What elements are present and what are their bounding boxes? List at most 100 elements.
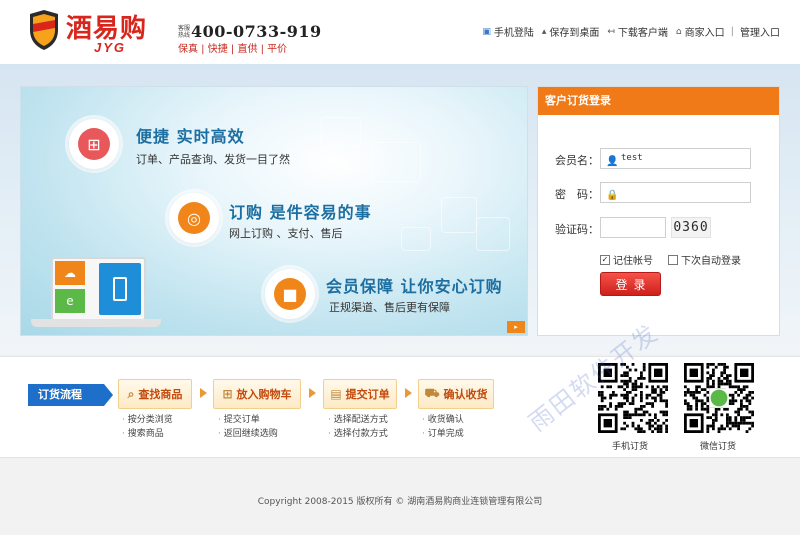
step-1-subs: 按分类浏览 搜索商品 xyxy=(122,413,173,441)
step-3-subs: 选择配送方式 选择付款方式 xyxy=(328,413,388,441)
globe-icon: ◎ xyxy=(178,202,210,234)
step-3-title: 提交订单 xyxy=(345,388,390,401)
banner-deco xyxy=(476,217,510,251)
captcha-row: 验证码： 0360 xyxy=(538,217,781,239)
step-submit-order[interactable]: ▤ 提交订单 xyxy=(323,379,397,409)
mobile-login-link[interactable]: ▣ 手机登陆 xyxy=(482,24,534,40)
feature-1-title: 便捷 实时高效 xyxy=(136,127,245,146)
login-options-row: ✓ 记住帐号 下次自动登录 xyxy=(538,252,781,274)
save-desktop-label: 保存到桌面 xyxy=(549,28,600,39)
merchant-entry-link[interactable]: ⌂ 商家入口 xyxy=(675,24,725,40)
step-confirm-receipt[interactable]: ⛟ 确认收货 xyxy=(418,379,494,409)
mobile-order-label: 手机订货 xyxy=(612,442,649,452)
brand-sub: JYG xyxy=(94,40,127,55)
mobile-order-qr-code xyxy=(598,363,668,433)
lock-icon: ■ xyxy=(274,278,306,310)
login-title: 客户订货登录 xyxy=(538,87,779,115)
step-4-title: 确认收货 xyxy=(443,388,488,401)
step-find-products[interactable]: ⌕ 查找商品 xyxy=(118,379,192,409)
password-field[interactable]: 🔒 xyxy=(600,182,751,203)
hotline-tags: 保真 | 快捷 | 直供 | 平价 xyxy=(178,44,288,55)
link-divider: | xyxy=(730,26,734,37)
copyright-text: Copyright 2008-2015 版权所有 © 湖南酒易购商业连锁管理有限… xyxy=(257,497,543,507)
captcha-image[interactable]: 0360 xyxy=(671,217,711,238)
wechat-order-qr-code xyxy=(684,363,754,433)
feature-1-badge: ⊞ xyxy=(69,119,119,169)
step-3-sub-2[interactable]: 选择付款方式 xyxy=(328,427,388,441)
feature-2-desc: 网上订购 、支付、售后 xyxy=(229,227,343,240)
user-icon: 👤 xyxy=(606,156,619,167)
save-desktop-link[interactable]: ▴ 保存到桌面 xyxy=(541,24,600,40)
step-4-sub-2[interactable]: 订单完成 xyxy=(422,427,464,441)
step-1-sub-1[interactable]: 按分类浏览 xyxy=(122,413,173,427)
laptop-base xyxy=(31,319,161,327)
shield-logo-icon xyxy=(30,10,58,50)
remember-label: 记住帐号 xyxy=(613,256,653,267)
hotline-number: 400-0733-919 xyxy=(191,22,322,41)
username-field[interactable]: 👤 test xyxy=(600,148,751,169)
password-row: 密 码： 🔒 xyxy=(538,182,781,204)
footer: Copyright 2008-2015 版权所有 © 湖南酒易购商业连锁管理有限… xyxy=(0,458,800,535)
home-icon: ⌂ xyxy=(675,26,682,37)
step-add-to-cart[interactable]: ⊞ 放入购物车 xyxy=(213,379,301,409)
auto-login-checkbox[interactable]: 下次自动登录 xyxy=(668,252,741,267)
login-panel: 客户订货登录 会员名： 👤 test 密 码： 🔒 验证码： 0360 ✓ 记住… xyxy=(537,86,780,336)
download-client-link[interactable]: ↤ 下载客户端 xyxy=(607,24,668,40)
password-label: 密 码： xyxy=(555,188,599,201)
admin-entry-link[interactable]: 管理入口 xyxy=(740,24,780,39)
banner-deco xyxy=(371,142,421,182)
feature-1-desc: 订单、产品查询、发货一目了然 xyxy=(136,153,290,166)
site-logo[interactable]: 酒易购 JYG xyxy=(28,8,168,56)
username-row: 会员名： 👤 test xyxy=(538,148,781,170)
auto-login-label: 下次自动登录 xyxy=(681,256,741,267)
phone-icon xyxy=(99,263,141,315)
step-2-subs: 提交订单 返回继续选购 xyxy=(218,413,278,441)
truck-icon: ⛟ xyxy=(424,386,440,400)
search-icon: ⌕ xyxy=(127,386,135,401)
arrow-icon xyxy=(309,388,316,398)
feature-3-desc: 正规渠道、售后更有保障 xyxy=(329,301,450,314)
remember-checkbox-box: ✓ xyxy=(600,254,610,265)
username-value: test xyxy=(621,153,643,163)
pin-icon: ▴ xyxy=(541,26,547,37)
lock-icon: 🔒 xyxy=(606,190,619,201)
header: 酒易购 JYG 客服热线 400-0733-919 保真 | 快捷 | 直供 |… xyxy=(0,0,800,64)
cloud-icon: ☁ xyxy=(55,261,85,285)
process-label: 订货流程 xyxy=(28,384,113,406)
hotline-label: 客服热线 xyxy=(178,25,191,39)
banner-deco xyxy=(441,197,477,233)
cart-icon: ⊞ xyxy=(78,128,110,160)
document-icon: ▤ xyxy=(330,387,342,401)
admin-entry-label: 管理入口 xyxy=(740,28,780,39)
wechat-order-label: 微信订货 xyxy=(700,442,737,452)
username-label: 会员名： xyxy=(555,154,599,167)
merchant-entry-label: 商家入口 xyxy=(684,28,725,39)
captcha-label: 验证码： xyxy=(555,223,599,236)
order-process-band: 订货流程 ⌕ 查找商品 按分类浏览 搜索商品 ⊞ 放入购物车 提交订单 返回继续… xyxy=(0,356,800,458)
devices-illustration: ☁ e xyxy=(31,257,161,329)
auto-login-checkbox-box xyxy=(668,254,678,265)
banner-next-button[interactable]: ▸ xyxy=(507,321,525,333)
login-button[interactable]: 登录 xyxy=(600,272,661,296)
cart-icon: ⊞ xyxy=(222,387,233,401)
step-2-sub-1[interactable]: 提交订单 xyxy=(218,413,278,427)
download-client-label: 下载客户端 xyxy=(617,28,668,39)
step-1-sub-2[interactable]: 搜索商品 xyxy=(122,427,173,441)
download-arrow-icon: ↤ xyxy=(607,26,615,37)
feature-2-badge: ◎ xyxy=(169,193,219,243)
step-4-sub-1[interactable]: 收货确认 xyxy=(422,413,464,427)
feature-2-title: 订购 是件容易的事 xyxy=(229,203,372,222)
step-3-sub-1[interactable]: 选择配送方式 xyxy=(328,413,388,427)
step-1-title: 查找商品 xyxy=(138,388,183,401)
mobile-login-label: 手机登陆 xyxy=(493,28,534,39)
promo-banner[interactable]: ⊞ 便捷 实时高效 订单、产品查询、发货一目了然 ◎ 订购 是件容易的事 网上订… xyxy=(20,86,528,336)
remember-account-checkbox[interactable]: ✓ 记住帐号 xyxy=(600,252,653,267)
mobile-icon: ▣ xyxy=(482,26,491,37)
payment-icon: e xyxy=(55,289,85,313)
arrow-icon xyxy=(405,388,412,398)
banner-deco xyxy=(401,227,431,251)
captcha-field[interactable] xyxy=(600,217,666,238)
step-2-sub-2[interactable]: 返回继续选购 xyxy=(218,427,278,441)
top-links: ▣ 手机登陆 ▴ 保存到桌面 ↤ 下载客户端 ⌂ 商家入口 | 管理入口 xyxy=(474,24,780,39)
step-2-title: 放入购物车 xyxy=(236,388,292,401)
